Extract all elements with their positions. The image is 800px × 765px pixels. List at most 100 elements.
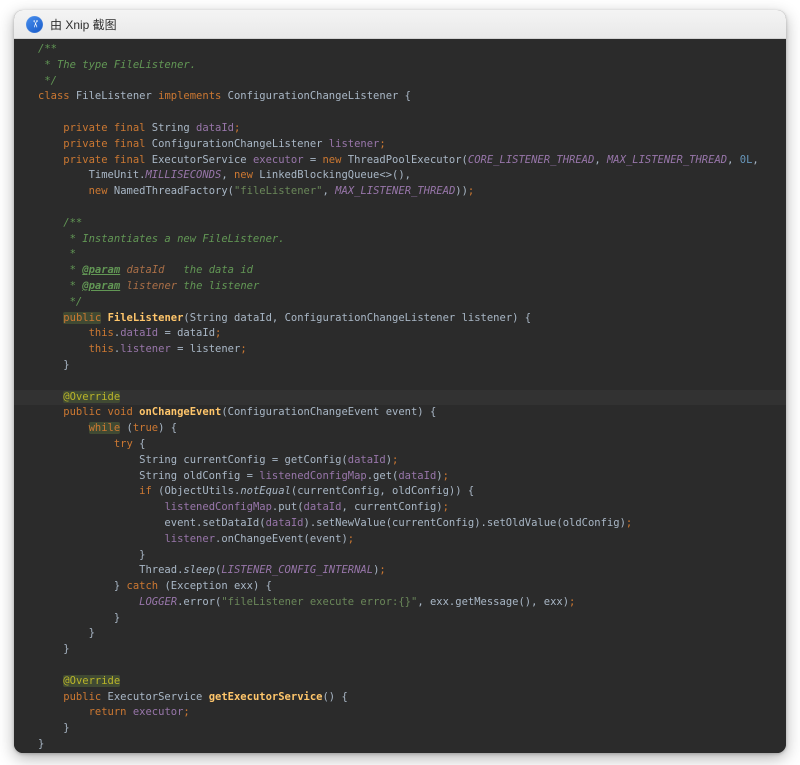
code-token: private final: [38, 153, 146, 166]
code-token: new: [38, 185, 108, 198]
code-token: event.setDataId(: [38, 516, 266, 529]
code-token: ;: [569, 595, 576, 608]
code-token: }: [38, 722, 70, 735]
code-line: *: [14, 247, 786, 263]
code-line: }: [14, 548, 786, 564]
code-line: private final ExecutorService executor =…: [14, 153, 786, 169]
code-line: /**: [14, 42, 786, 58]
code-token: String: [145, 121, 197, 134]
code-token: CORE_LISTENER_THREAD: [467, 153, 595, 166]
code-token: (ConfigurationChangeEvent event) {: [221, 406, 437, 419]
code-token: the listener: [177, 279, 260, 292]
code-token: public: [63, 311, 102, 324]
code-token: executor: [132, 706, 184, 719]
code-line: }: [14, 721, 786, 737]
code-token: ;: [379, 564, 386, 577]
code-line: TimeUnit.MILLISECONDS, new LinkedBlockin…: [14, 168, 786, 184]
code-token: .put(: [271, 501, 304, 514]
code-line: private final ConfigurationChangeListene…: [14, 137, 786, 153]
code-token: private final: [38, 137, 146, 150]
code-token: ).setNewValue(currentConfig).setOldValue…: [303, 516, 626, 529]
code-line: event.setDataId(dataId).setNewValue(curr…: [14, 516, 786, 532]
code-token: ,: [322, 185, 336, 198]
code-token: ,: [752, 153, 759, 166]
code-token: String currentConfig = getConfig(: [38, 453, 348, 466]
code-token: }: [38, 580, 127, 593]
page: { "window": { "title": "由 Xnip 截图", "ico…: [0, 0, 800, 765]
code-token: ;: [233, 121, 241, 134]
code-token: (currentConfig, oldConfig)) {: [290, 485, 475, 498]
code-token: if: [38, 485, 152, 498]
code-token: (Exception exx) {: [158, 580, 272, 593]
code-line: /**: [14, 216, 786, 232]
code-token: () {: [322, 690, 348, 703]
code-token: MILLISECONDS: [145, 169, 222, 182]
code-token: ,: [594, 153, 607, 166]
code-editor[interactable]: /** * The type FileListener. */ class Fil…: [14, 39, 786, 753]
code-line: public void onChangeEvent(ConfigurationC…: [14, 405, 786, 421]
code-token: private final: [38, 121, 146, 134]
scissors-icon: ✂: [29, 19, 41, 29]
window-title: 由 Xnip 截图: [50, 17, 117, 32]
code-token: MAX_LISTENER_THREAD: [606, 153, 728, 166]
code-token: dataId: [398, 469, 437, 482]
code-token: = listener: [170, 343, 241, 356]
code-token: ;: [240, 343, 247, 356]
code-line: }: [14, 737, 786, 753]
code-line: String currentConfig = getConfig(dataId)…: [14, 453, 786, 469]
code-token: ;: [442, 501, 449, 514]
code-token: class: [38, 90, 70, 103]
xnip-app-icon: ✂: [26, 15, 43, 33]
code-token: listenedConfigMap: [259, 469, 367, 482]
code-token: MAX_LISTENER_THREAD: [335, 185, 456, 198]
code-token: , currentConfig): [341, 501, 443, 514]
code-token: }: [38, 548, 146, 561]
code-line: * The type FileListener.: [14, 58, 786, 74]
code-token: ;: [215, 327, 222, 340]
code-token: }: [38, 643, 70, 656]
code-area[interactable]: /** * The type FileListener. */ class Fil…: [14, 42, 786, 753]
code-line: @Override: [14, 389, 786, 406]
code-token: dataId: [120, 327, 159, 340]
xnip-window: ✂ 由 Xnip 截图 /** * The type FileListener.…: [14, 10, 786, 753]
code-line: @Override: [14, 674, 786, 690]
code-token: )): [455, 185, 468, 198]
code-token: ExecutorService: [145, 153, 253, 166]
code-token: ThreadPoolExecutor(: [341, 153, 468, 166]
code-token: the data id: [164, 264, 253, 277]
code-line: * Instantiates a new FileListener.: [14, 232, 786, 248]
code-token: ConfigurationChangeListener: [145, 137, 329, 150]
code-token: (ObjectUtils.: [151, 485, 241, 498]
code-line: public ExecutorService getExecutorServic…: [14, 690, 786, 706]
code-line: Thread.sleep(LISTENER_CONFIG_INTERNAL);: [14, 563, 786, 579]
code-token: /**: [38, 43, 57, 55]
code-token: @param: [82, 279, 121, 292]
code-token: (String dataId, ConfigurationChangeListe…: [183, 311, 532, 324]
code-token: ExecutorService: [101, 690, 209, 703]
code-token: dataId: [265, 516, 304, 529]
code-token: LinkedBlockingQueue<>(),: [252, 169, 411, 182]
code-token: }: [38, 358, 70, 371]
code-token: @Override: [63, 390, 121, 403]
code-token: * The type FileListener.: [38, 58, 197, 71]
code-token: /**: [38, 216, 83, 229]
code-line: */: [14, 74, 786, 90]
code-token: }: [38, 738, 45, 751]
code-token: * Instantiates a new FileListener.: [38, 232, 285, 245]
code-line: while (true) {: [14, 421, 786, 437]
code-token: LISTENER_CONFIG_INTERNAL: [221, 564, 374, 577]
code-token: public: [38, 690, 102, 703]
window-titlebar: ✂ 由 Xnip 截图: [14, 10, 786, 39]
code-token: }: [38, 627, 95, 640]
code-token: return: [38, 706, 127, 719]
code-token: this: [38, 327, 114, 340]
code-line: try {: [14, 437, 786, 453]
code-token: */: [38, 295, 83, 308]
code-token: .get(: [366, 469, 399, 482]
code-token: new: [233, 169, 253, 182]
code-token: notEqual: [240, 485, 291, 498]
code-token: dataId: [126, 264, 165, 277]
